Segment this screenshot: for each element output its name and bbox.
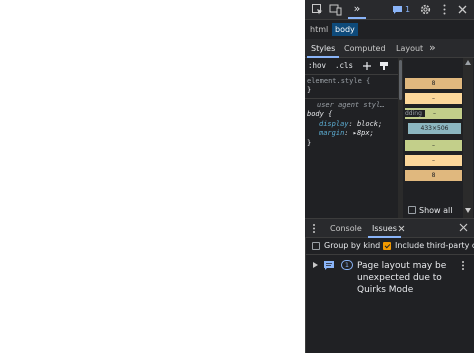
padding-label: dding: [405, 110, 425, 117]
divider: [305, 98, 405, 99]
box-model: 8 – dding – 433×506 – – 8: [403, 58, 465, 203]
group-by-kind-checkbox[interactable]: [312, 241, 320, 250]
hover-state-button[interactable]: :hov: [308, 60, 326, 72]
devtools-toolbar: » 1: [305, 0, 474, 20]
user-agent-stylesheet-label: user agent styl…: [317, 101, 385, 109]
body-rule-close: }: [307, 139, 312, 147]
inspected-page: [0, 0, 305, 353]
breadcrumb: html body: [305, 20, 474, 40]
issues-count: 1: [405, 5, 411, 14]
styles-pane: :hov .cls element.style { } user agent s…: [305, 58, 405, 218]
plus-icon[interactable]: [362, 61, 372, 71]
tab-computed[interactable]: Computed: [344, 42, 386, 55]
issues-toolbar: Group by kind Include third-party co: [305, 237, 474, 255]
issue-title: Page layout may be unexpected due to Qui…: [357, 261, 447, 295]
show-all-toggle[interactable]: Show all: [408, 203, 452, 217]
close-tab-icon[interactable]: [398, 225, 405, 232]
tab-issues[interactable]: Issues: [368, 222, 401, 238]
computed-scrollbar[interactable]: [463, 58, 473, 218]
tab-styles[interactable]: Styles: [306, 42, 340, 58]
element-style-close: }: [307, 86, 312, 94]
breadcrumb-body[interactable]: body: [332, 23, 358, 36]
scroll-down-icon: [465, 208, 471, 213]
drawer-tabbar: Console Issues: [305, 218, 474, 238]
drawer-menu-icon[interactable]: [311, 223, 317, 234]
more-vert-icon[interactable]: [460, 260, 466, 271]
chevron-double-right-icon[interactable]: »: [348, 3, 366, 19]
gear-icon[interactable]: [419, 3, 432, 16]
expand-triangle-icon[interactable]: [313, 262, 318, 268]
show-all-label: Show all: [419, 205, 453, 215]
css-rule-display: display: block;: [319, 120, 383, 128]
scroll-up-icon: [465, 60, 471, 65]
inspect-icon[interactable]: [311, 3, 324, 16]
group-by-kind-option[interactable]: Group by kind: [312, 241, 380, 250]
breadcrumb-html[interactable]: html: [307, 23, 331, 36]
element-style-selector: element.style {: [307, 77, 371, 85]
include-third-party-label: Include third-party co: [395, 241, 474, 250]
include-third-party-checkbox[interactable]: [383, 241, 391, 250]
paint-icon[interactable]: [379, 61, 389, 71]
styles-filterbar: :hov .cls: [305, 58, 405, 75]
issue-message-icon: [324, 261, 334, 270]
group-by-kind-label: Group by kind: [324, 241, 381, 250]
class-toggle-button[interactable]: .cls: [335, 60, 353, 72]
border-top-value[interactable]: –: [405, 93, 462, 104]
tab-layout[interactable]: Layout: [396, 42, 423, 55]
chevron-double-right-icon[interactable]: »: [429, 42, 436, 55]
padding-top-value[interactable]: –: [433, 108, 436, 119]
issues-icon: [393, 5, 402, 14]
elements-subtabs: Styles Computed Layout »: [305, 39, 474, 58]
content-size[interactable]: 433×506: [407, 122, 462, 135]
include-third-party-option[interactable]: Include third-party co: [383, 241, 474, 250]
close-drawer-icon[interactable]: [459, 223, 468, 232]
issues-counter[interactable]: 1: [392, 4, 410, 15]
border-bottom-value[interactable]: –: [405, 155, 462, 166]
margin-top-value[interactable]: 8: [405, 78, 462, 89]
more-vert-icon[interactable]: [438, 3, 451, 16]
css-rule-margin: margin: ▸8px;: [319, 129, 374, 137]
close-icon[interactable]: [456, 3, 469, 16]
padding-bottom-value[interactable]: –: [405, 140, 462, 151]
tab-console[interactable]: Console: [330, 222, 362, 235]
device-toolbar-icon[interactable]: [329, 3, 342, 16]
margin-bottom-value[interactable]: 8: [405, 170, 462, 181]
body-selector: body {: [307, 110, 333, 118]
issue-item[interactable]: 1 Page layout may be unexpected due to Q…: [305, 256, 474, 302]
padding-row: dding –: [405, 108, 462, 119]
issue-count-badge: 1: [341, 260, 353, 270]
show-all-checkbox[interactable]: [408, 206, 416, 214]
